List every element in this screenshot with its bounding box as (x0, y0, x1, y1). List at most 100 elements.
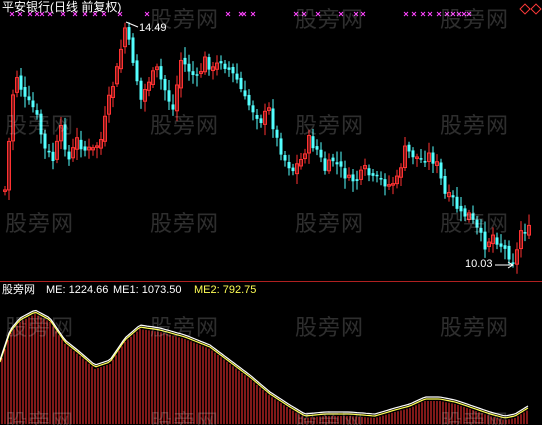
candle-body (451, 195, 455, 198)
candle-body (291, 167, 295, 172)
chart-canvas[interactable] (0, 0, 542, 425)
signal-marker (411, 11, 417, 17)
candle-body (171, 104, 175, 110)
candle-body (239, 77, 243, 90)
candle-body (139, 80, 143, 100)
signal-marker (338, 11, 344, 17)
candle-body (351, 174, 355, 182)
high-pointer (125, 21, 139, 28)
candle-body (131, 37, 135, 63)
candle-body (411, 150, 415, 158)
signal-marker (403, 11, 409, 17)
stock-chart-window: 股旁网 股旁网 股旁网 股旁网 股旁网 股旁网 股旁网 股旁网 股旁网 股旁网 … (0, 0, 542, 425)
signal-marker (315, 11, 321, 17)
signal-marker (144, 11, 150, 17)
candle-body (323, 158, 327, 171)
candle-body (275, 129, 279, 138)
candle-body (43, 133, 47, 149)
candle-body (463, 208, 467, 217)
indicator-name: 股旁网 (2, 284, 35, 296)
candle-body (271, 108, 275, 130)
signal-marker (250, 11, 256, 17)
signal-marker (360, 11, 366, 17)
signal-marker (353, 11, 359, 17)
candle-body (191, 71, 195, 76)
me-line (0, 309, 529, 417)
indicator-me2-value: ME2: 792.75 (194, 284, 257, 296)
candle-body (227, 67, 231, 70)
candle-body (355, 179, 359, 181)
candle-body (339, 161, 343, 167)
candle-body (507, 245, 511, 260)
candle-body (379, 178, 383, 180)
candle-body (287, 162, 291, 169)
candle-body (235, 73, 239, 80)
candle-body (471, 213, 475, 220)
candle-body (259, 118, 263, 124)
candle-body (183, 57, 187, 65)
candle-body (63, 124, 67, 150)
candle-body (499, 243, 503, 247)
candle-body (383, 179, 387, 187)
candle-body (35, 110, 39, 115)
candle-body (523, 232, 527, 234)
candle-body (367, 168, 371, 176)
candle-body (243, 90, 247, 97)
candle-body (371, 173, 375, 176)
candle-body (315, 146, 319, 150)
signal-marker (466, 11, 472, 17)
candle-body (311, 136, 315, 149)
candle-body (47, 150, 51, 153)
candle-body (135, 60, 139, 82)
candle-body (503, 245, 507, 249)
candle-body (39, 113, 43, 135)
candle-body (279, 138, 283, 155)
candle-body (419, 158, 423, 160)
signal-marker (427, 11, 433, 17)
candle-body (159, 66, 163, 80)
candle-body (251, 105, 255, 113)
signal-marker (436, 11, 442, 17)
candle-body (407, 144, 411, 152)
candle-body (83, 146, 87, 151)
candle-body (23, 87, 27, 97)
candle-body (195, 74, 199, 76)
candle-body (127, 27, 131, 40)
high-price-label: 14.49 (139, 22, 167, 34)
candle-body (479, 227, 483, 233)
signal-marker (301, 11, 307, 17)
candle-body (223, 63, 227, 69)
candle-body (19, 75, 23, 90)
indicator-me1-value: ME1: 1073.50 (113, 284, 182, 296)
candle-body (343, 168, 347, 179)
me2-line (0, 311, 529, 419)
candle-body (255, 115, 259, 119)
candle-body (495, 237, 499, 245)
candle-body (283, 155, 287, 161)
signal-marker (456, 11, 462, 17)
chart-title: 平安银行(日线 前复权) (2, 0, 122, 14)
candle-body (51, 151, 55, 162)
candle-body (163, 78, 167, 91)
candle-body (423, 161, 427, 163)
candle-body (331, 157, 335, 162)
candle-body (511, 262, 515, 264)
signal-marker (293, 11, 299, 17)
candle-body (219, 61, 223, 64)
candle-body (439, 162, 443, 179)
candle-body (443, 175, 447, 194)
candle-body (31, 100, 35, 108)
candle-body (431, 152, 435, 164)
candle-body (187, 63, 191, 72)
signal-marker (241, 11, 247, 17)
signal-marker (420, 11, 426, 17)
candle-body (319, 149, 323, 158)
candle-body (455, 196, 459, 209)
candle-body (27, 96, 31, 101)
signal-marker (461, 11, 467, 17)
candle-body (247, 94, 251, 106)
candle-body (459, 205, 463, 212)
candle-body (207, 57, 211, 70)
candle-body (335, 162, 339, 165)
candle-body (375, 174, 379, 177)
